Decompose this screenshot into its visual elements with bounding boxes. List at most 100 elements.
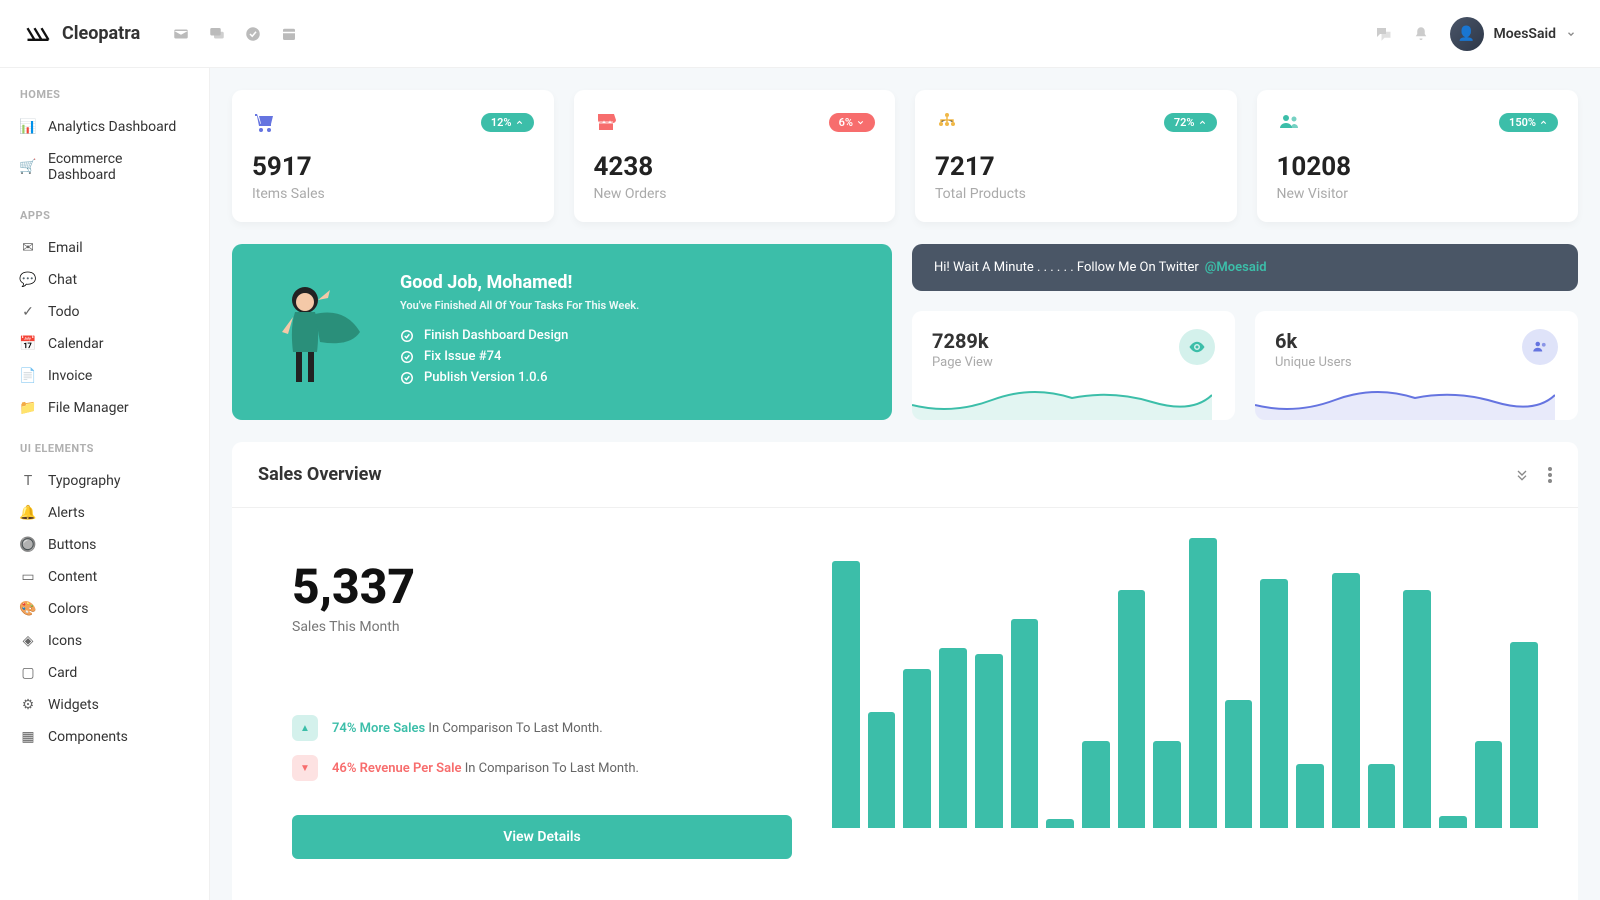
header-quick-icons [172, 25, 298, 43]
eye-icon [1179, 329, 1215, 365]
sidebar-item[interactable]: ▢Card [0, 657, 209, 689]
sidebar-item-label: Chat [48, 272, 77, 288]
sidebar-item[interactable]: 🎨 Colors [0, 593, 209, 625]
sidebar-item[interactable]: 🔔 Alerts [0, 497, 209, 529]
sidebar-item-label: Ecommerce Dashboard [48, 151, 189, 183]
mid-row: Good Job, Mohamed! You've Finished All O… [232, 244, 1578, 420]
sidebar-item[interactable]: ▭Content [0, 561, 209, 593]
stat-value: 10208 [1277, 152, 1559, 182]
sidebar-item-label: Calendar [48, 336, 104, 352]
stat-card: 72% 7217Total Products [915, 90, 1237, 222]
stat-value: 5917 [252, 152, 534, 182]
user-menu[interactable]: 👤 MoesSaid [1450, 17, 1577, 51]
sidebar-item-icon: 🛒 [20, 159, 36, 175]
caret-down-icon: ▼ [292, 755, 318, 781]
main-content: 12% 5917Items Sales6% 4238New Orders72% … [210, 68, 1600, 900]
sidebar-item[interactable]: 📅 Calendar [0, 328, 209, 360]
sidebar-item[interactable]: 💬 Chat [0, 264, 209, 296]
task-item: Fix Issue #74 [400, 349, 639, 364]
chart-bar [1225, 700, 1253, 828]
mini-value: 7289k [932, 329, 993, 353]
comp-highlight: 74% More Sales [332, 721, 425, 736]
sidebar-item-label: Alerts [48, 505, 85, 521]
sidebar-item[interactable]: 📁File Manager [0, 392, 209, 424]
sidebar-item-label: Invoice [48, 368, 92, 384]
mail-icon[interactable] [172, 25, 190, 43]
sidebar-group-title: HOMES [0, 88, 209, 111]
sales-month-label: Sales This Month [292, 619, 792, 635]
sidebar-item-label: Colors [48, 601, 88, 617]
messages-icon[interactable] [1374, 25, 1392, 43]
chart-bar [1011, 619, 1039, 828]
sidebar-item[interactable]: 🔘Buttons [0, 529, 209, 561]
view-details-button[interactable]: View Details [292, 815, 792, 859]
right-column: Hi! Wait A Minute . . . . . . Follow Me … [912, 244, 1578, 420]
mini-label: Unique Users [1275, 355, 1352, 370]
chart-bar [868, 712, 896, 828]
header: Cleopatra 👤 MoesSaid [0, 0, 1600, 68]
comp-rest: In Comparison To Last Month. [465, 761, 639, 776]
sidebar-item[interactable]: ⚙Widgets [0, 689, 209, 721]
sidebar-item-icon: ▦ [20, 729, 36, 745]
task-item: Publish Version 1.0.6 [400, 370, 639, 385]
chat-icon[interactable] [208, 25, 226, 43]
chart-bar [1332, 573, 1360, 828]
sidebar-item-icon: ✉ [20, 240, 36, 256]
stat-label: Items Sales [252, 186, 534, 202]
chevron-down-icon [1566, 29, 1576, 39]
mini-label: Page View [932, 355, 993, 370]
sidebar-item-icon: 📄 [20, 368, 36, 384]
sidebar-item[interactable]: 🛒 Ecommerce Dashboard [0, 143, 209, 191]
sidebar: HOMES📊Analytics Dashboard 🛒 Ecommerce Dash… [0, 68, 210, 900]
hero-body: Good Job, Mohamed! You've Finished All O… [400, 272, 639, 392]
task-label: Publish Version 1.0.6 [424, 370, 548, 385]
logo-icon [24, 20, 52, 48]
sidebar-item[interactable]: ✉ Email [0, 232, 209, 264]
sidebar-item[interactable]: 📊Analytics Dashboard [0, 111, 209, 143]
chart-bar [1403, 590, 1431, 828]
hero-title: Good Job, Mohamed! [400, 272, 639, 293]
trend-badge: 12% [481, 113, 534, 132]
overview-title: Sales Overview [258, 464, 382, 485]
bell-icon[interactable] [1412, 25, 1430, 43]
users-icon [1522, 329, 1558, 365]
sidebar-item-icon: 📅 [20, 336, 36, 352]
stat-card: 150% 10208New Visitor [1257, 90, 1579, 222]
comp-highlight: 46% Revenue Per Sale [332, 761, 461, 776]
calendar-icon[interactable] [280, 25, 298, 43]
sidebar-item[interactable]: 📄 Invoice [0, 360, 209, 392]
check-icon[interactable] [244, 25, 262, 43]
sidebar-item[interactable]: ▦Components [0, 721, 209, 753]
sidebar-item-icon: 💬 [20, 272, 36, 288]
sales-overview-card: Sales Overview 5,337 Sales This Month ▲7… [232, 442, 1578, 900]
sidebar-item-label: Email [48, 240, 83, 256]
sidebar-item-icon: 🎨 [20, 601, 36, 617]
sidebar-item-icon: ▭ [20, 569, 36, 585]
stat-row: 12% 5917Items Sales6% 4238New Orders72% … [232, 90, 1578, 222]
mini-row: 7289k Page View 6k Unique Users [912, 311, 1578, 420]
mini-value: 6k [1275, 329, 1352, 353]
chart-bar [1118, 590, 1146, 828]
stat-value: 7217 [935, 152, 1217, 182]
sidebar-item[interactable]: ✓Todo [0, 296, 209, 328]
comp-rest: In Comparison To Last Month. [428, 721, 602, 736]
chart-bar [1475, 741, 1503, 828]
users-icon [1277, 110, 1301, 134]
chart-bar [1189, 538, 1217, 828]
check-circle-icon [400, 329, 414, 343]
sidebar-item-label: Todo [48, 304, 80, 320]
chevron-double-down-icon[interactable] [1514, 467, 1530, 483]
overview-header: Sales Overview [232, 442, 1578, 508]
check-circle-icon [400, 371, 414, 385]
sidebar-item[interactable]: TTypography [0, 465, 209, 497]
twitter-link[interactable]: @Moesaid [1205, 260, 1267, 275]
chart-bar [1153, 741, 1181, 828]
logo[interactable]: Cleopatra [24, 20, 140, 48]
sidebar-item-icon: 🔔 [20, 505, 36, 521]
sidebar-item-label: Buttons [48, 537, 96, 553]
comparison-row: ▲74% More Sales In Comparison To Last Mo… [292, 715, 792, 741]
stat-label: New Orders [594, 186, 876, 202]
more-vertical-icon[interactable] [1548, 467, 1552, 483]
sidebar-item[interactable]: ◈Icons [0, 625, 209, 657]
stat-label: New Visitor [1277, 186, 1559, 202]
